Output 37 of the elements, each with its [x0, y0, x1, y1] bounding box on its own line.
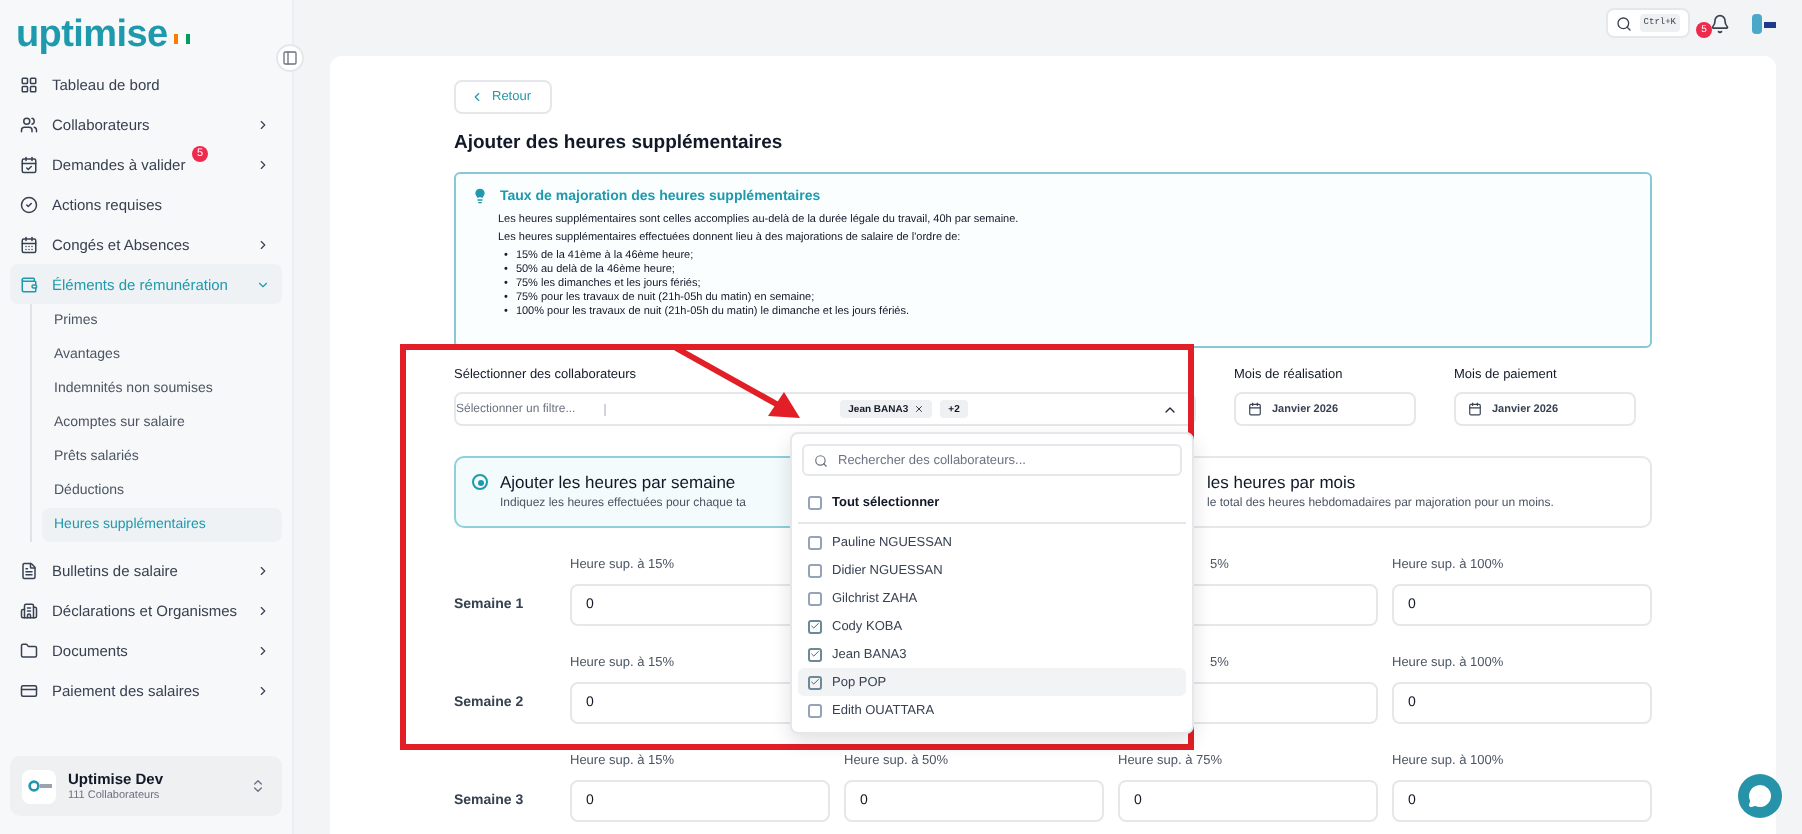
- menu-item-icon: [20, 275, 38, 293]
- notifications-bell-icon[interactable]: [1710, 13, 1730, 33]
- menu-item-icon: [20, 115, 38, 133]
- organization-logo-icon: [22, 769, 56, 803]
- checkbox[interactable]: [808, 619, 822, 633]
- checkbox[interactable]: [808, 703, 822, 717]
- search-icon: [814, 453, 828, 467]
- profile-logo-icon[interactable]: [1750, 9, 1778, 37]
- menu-item-icon: [20, 195, 38, 213]
- menu-item-icon: [20, 641, 38, 659]
- menu-item-icon: [20, 235, 38, 253]
- checkbox[interactable]: [808, 496, 822, 510]
- radio-button[interactable]: [472, 474, 488, 490]
- checkbox[interactable]: [808, 591, 822, 605]
- menu-item-icon: [20, 601, 38, 619]
- mode-title: les heures par mois: [1207, 472, 1358, 492]
- sidebar-toggle-icon[interactable]: [276, 44, 304, 72]
- calendar-icon: [1468, 402, 1482, 416]
- lightbulb-icon: [472, 188, 488, 204]
- checkbox[interactable]: [808, 675, 822, 689]
- app-logo: uptimise: [10, 8, 282, 64]
- checkbox[interactable]: [808, 535, 822, 549]
- calendar-icon: [1248, 402, 1262, 416]
- mode-title: Ajouter les heures par semaine: [500, 472, 738, 492]
- page-title: Ajouter des heures supplémentaires: [454, 132, 785, 154]
- menu-item-icon: [20, 561, 38, 579]
- chat-bubble-icon: [1748, 784, 1772, 808]
- menu-item-icon: [20, 681, 38, 699]
- chevrons-icon: [250, 778, 266, 794]
- menu-item-icon: [20, 155, 38, 173]
- annotation-arrow: [674, 345, 800, 418]
- checkbox[interactable]: [808, 563, 822, 577]
- search-icon: [1615, 15, 1632, 31]
- menu-item-icon: [20, 75, 38, 93]
- flag-icon: [173, 34, 190, 44]
- chevron-left-icon: [470, 90, 484, 104]
- checkbox[interactable]: [808, 647, 822, 661]
